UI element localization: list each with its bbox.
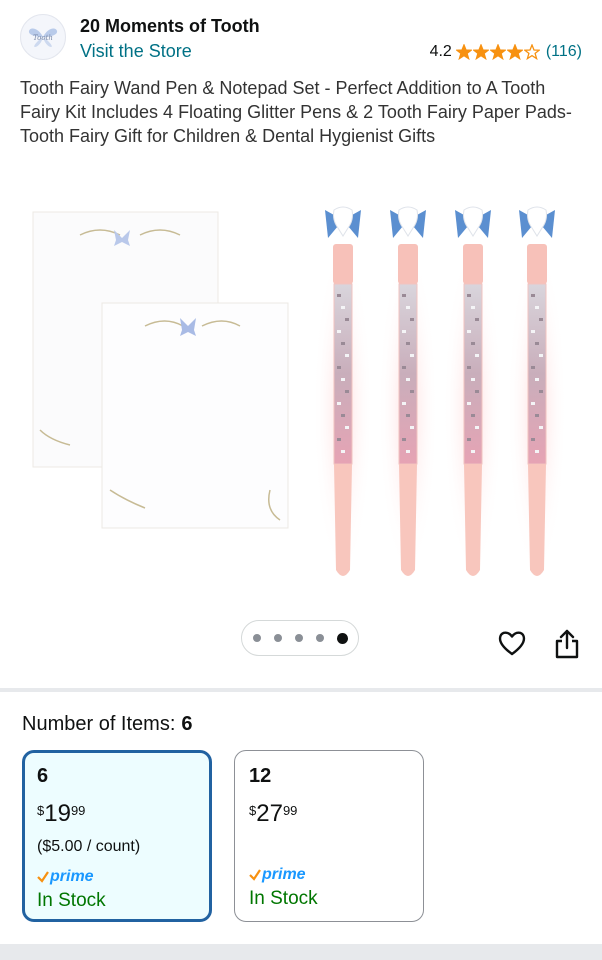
option-quantity: 12: [249, 765, 272, 787]
pen-set: [313, 206, 567, 580]
glitter-pen: [443, 206, 503, 580]
prime-badge: prime: [249, 866, 318, 884]
carousel-dot[interactable]: [273, 634, 282, 642]
prime-badge: prime: [37, 868, 140, 886]
star-rating: [455, 44, 540, 60]
check-icon: [37, 871, 49, 883]
option-card-12[interactable]: 12 $27 99 prime In Stock: [234, 750, 424, 922]
svg-text:Tooth: Tooth: [33, 34, 53, 42]
image-carousel-indicator[interactable]: [241, 620, 359, 656]
carousel-dot-active[interactable]: [336, 632, 348, 644]
option-quantity: 6: [37, 765, 49, 787]
heart-icon[interactable]: [497, 628, 527, 658]
rating-value: 4.2: [429, 43, 452, 60]
butterfly-logo-icon: Tooth: [28, 28, 58, 47]
store-logo[interactable]: Tooth: [20, 14, 66, 60]
stock-status: In Stock: [249, 888, 318, 909]
product-title: Tooth Fairy Wand Pen & Notepad Set - Per…: [20, 78, 572, 146]
variation-label: Number of Items: 6: [22, 713, 193, 736]
check-icon: [249, 869, 261, 881]
glitter-pen: [313, 206, 373, 580]
carousel-dot[interactable]: [294, 634, 303, 642]
star-filled-icon: [472, 44, 489, 60]
variation-name: Number of Items:: [22, 713, 176, 735]
product-image[interactable]: [20, 190, 582, 585]
star-empty-icon: [523, 44, 540, 60]
product-photo: [32, 206, 567, 580]
section-divider: [0, 944, 602, 960]
rating-summary[interactable]: 4.2 (116): [430, 43, 582, 61]
glitter-pen: [378, 206, 438, 580]
section-divider: [0, 688, 602, 692]
rating-count[interactable]: (116): [546, 43, 582, 61]
carousel-dot[interactable]: [252, 634, 261, 642]
visit-store-link[interactable]: Visit the Store: [80, 41, 192, 62]
store-name[interactable]: 20 Moments of Tooth: [80, 16, 260, 37]
option-price: $27 99: [249, 800, 298, 827]
carousel-dot[interactable]: [315, 634, 324, 642]
variation-selected-value: 6: [181, 713, 193, 735]
option-price: $19 99: [37, 800, 86, 827]
option-card-6[interactable]: 6 $19 99 ($5.00 / count) prime In Stock: [22, 750, 212, 922]
share-icon[interactable]: [554, 628, 580, 660]
star-filled-icon: [455, 44, 472, 60]
star-filled-icon: [506, 44, 523, 60]
option-unit-price: ($5.00 / count): [37, 838, 141, 855]
glitter-pen: [507, 206, 567, 580]
star-filled-icon: [489, 44, 506, 60]
notepad-front: [101, 302, 289, 529]
stock-status: In Stock: [37, 890, 106, 911]
